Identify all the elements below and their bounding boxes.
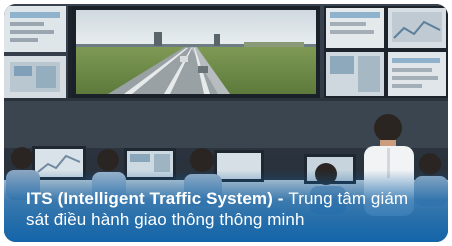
highway-video-screen	[72, 6, 320, 98]
left-screens	[4, 6, 72, 98]
caption-overlay: ITS (Intelligent Traffic System) - Trung…	[4, 170, 448, 242]
caption-separator: -	[272, 189, 289, 208]
caption-text[interactable]: ITS (Intelligent Traffic System) - Trung…	[26, 188, 434, 230]
news-card[interactable]: ITS (Intelligent Traffic System) - Trung…	[4, 4, 448, 242]
right-screens	[324, 6, 448, 98]
caption-title: ITS (Intelligent Traffic System)	[26, 189, 273, 208]
